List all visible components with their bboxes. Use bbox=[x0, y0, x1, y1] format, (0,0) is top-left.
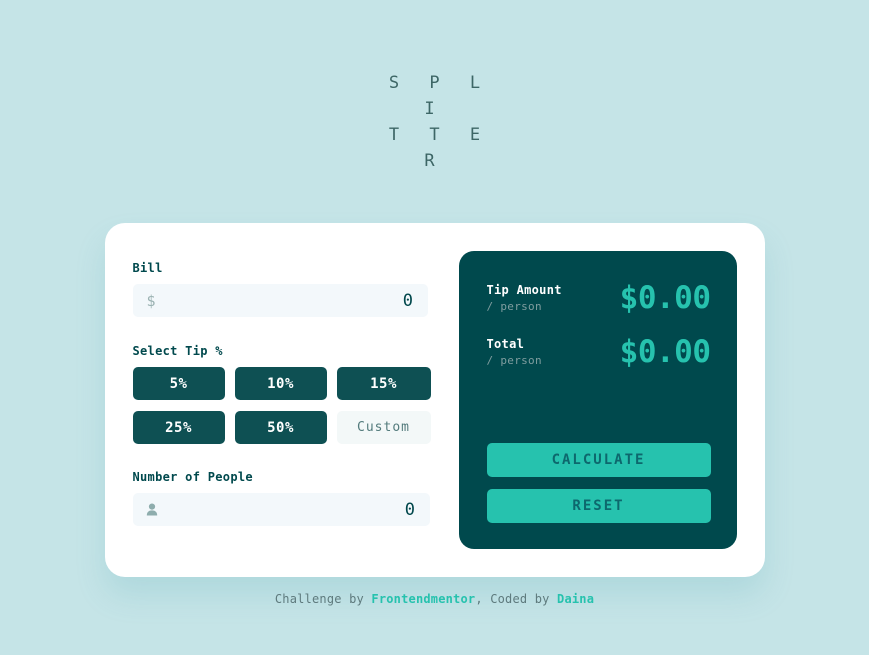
tip-option-50[interactable]: 50% bbox=[234, 411, 327, 445]
tip-custom-input[interactable]: Custom bbox=[336, 411, 431, 445]
splitter-app: S P L I T T E R Bill $ 0 Select Tip % 5%… bbox=[0, 0, 869, 655]
tip-amount-labels: Tip Amount / person bbox=[487, 282, 562, 315]
tip-amount-title: Tip Amount bbox=[486, 283, 562, 298]
calculate-button[interactable]: CALCULATE bbox=[486, 443, 711, 478]
people-label: Number of People bbox=[132, 470, 253, 485]
tip-option-5[interactable]: 5% bbox=[132, 367, 225, 401]
footer-challenge-author-link[interactable]: Frontendmentor bbox=[371, 592, 475, 606]
page-title-line-1: S P L I bbox=[388, 73, 491, 119]
bill-label: Bill bbox=[132, 261, 163, 276]
tip-option-25[interactable]: 25% bbox=[132, 411, 225, 445]
footer-coder-link[interactable]: Daina bbox=[557, 592, 594, 606]
select-tip-label: Select Tip % bbox=[132, 344, 223, 359]
bill-input[interactable]: $ 0 bbox=[132, 284, 428, 318]
dollar-icon: $ bbox=[146, 293, 156, 309]
person-icon bbox=[146, 503, 158, 516]
tip-option-10[interactable]: 10% bbox=[234, 367, 327, 401]
footer-middle: , Coded by bbox=[475, 592, 558, 607]
total-row: Total / person $0.00 bbox=[487, 336, 711, 369]
svg-text:$: $ bbox=[146, 293, 155, 309]
total-subtitle: / person bbox=[486, 354, 542, 368]
bill-value: 0 bbox=[402, 290, 414, 311]
tip-amount-subtitle: / person bbox=[486, 300, 542, 314]
page-title-line-2: T T E R bbox=[388, 125, 491, 171]
people-input[interactable]: 0 bbox=[132, 493, 430, 527]
tip-options-grid: 5% 10% 15% 25% 50% Custom bbox=[132, 367, 431, 445]
calculator-form: Bill $ 0 Select Tip % 5% 10% 15% 25% 50%… bbox=[132, 251, 431, 549]
total-value: $0.00 bbox=[619, 334, 711, 371]
tip-amount-value: $0.00 bbox=[619, 280, 711, 317]
results-panel: Tip Amount / person $0.00 Total / person… bbox=[458, 251, 737, 550]
total-title: Total bbox=[486, 337, 525, 352]
total-labels: Total / person bbox=[487, 336, 542, 369]
results-spacer bbox=[487, 390, 711, 443]
page-title: S P L I T T E R bbox=[360, 70, 510, 174]
footer-prefix: Challenge by bbox=[274, 592, 372, 607]
tip-amount-row: Tip Amount / person $0.00 bbox=[487, 282, 711, 315]
tip-option-15[interactable]: 15% bbox=[336, 367, 431, 401]
footer-attribution: Challenge by Frontendmentor, Coded by Da… bbox=[275, 592, 594, 606]
people-value: 0 bbox=[404, 499, 416, 520]
calculator-card: Bill $ 0 Select Tip % 5% 10% 15% 25% 50%… bbox=[104, 223, 765, 578]
reset-button[interactable]: RESET bbox=[486, 489, 711, 524]
